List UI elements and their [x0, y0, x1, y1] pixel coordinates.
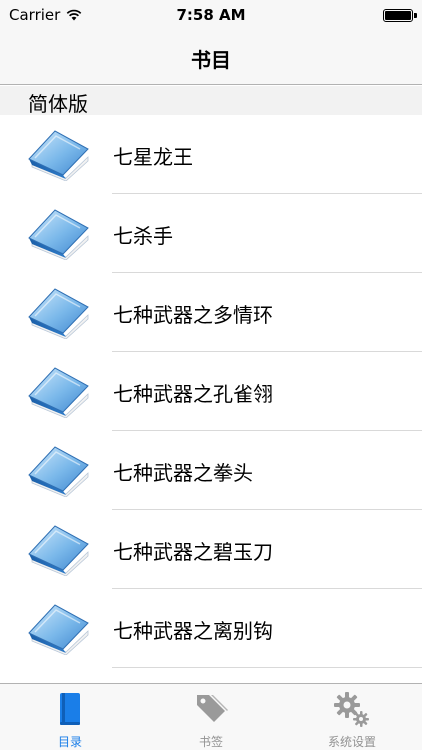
section-header: 简体版 [0, 86, 422, 116]
book-title: 七星龙王 [113, 145, 193, 169]
book-icon [26, 443, 92, 497]
tab-bookmarks[interactable]: 书签 [141, 684, 281, 750]
book-icon [26, 522, 92, 576]
book-title: 七种武器之拳头 [113, 461, 253, 485]
list-item[interactable]: 七种武器之碧玉刀 [0, 510, 422, 589]
book-title: 七种武器之碧玉刀 [113, 540, 273, 564]
section-title: 简体版 [28, 92, 88, 116]
book-icon [26, 206, 92, 260]
tab-label: 系统设置 [327, 735, 376, 749]
book-list[interactable]: 七星龙王 七杀手 七种武器之多情环 七种武器之孔雀翎 七种武器之拳头 七种武器之… [0, 115, 422, 683]
status-bar: Carrier 7:58 AM [0, 0, 422, 30]
book-icon [26, 127, 92, 181]
book-icon [26, 285, 92, 339]
book-icon [26, 364, 92, 418]
book-title: 七杀手 [113, 224, 173, 248]
book-title: 七种武器之离别钩 [113, 619, 273, 643]
tab-label: 目录 [57, 735, 82, 749]
list-item[interactable]: 七种武器之孔雀翎 [0, 352, 422, 431]
gear-icon [334, 692, 369, 727]
list-item[interactable] [0, 668, 422, 683]
book-icon [60, 693, 80, 725]
tab-settings[interactable]: 系统设置 [282, 684, 422, 750]
battery-icon [383, 9, 413, 22]
navigation-bar: 书目 [0, 30, 422, 85]
clock: 7:58 AM [176, 6, 246, 24]
tag-icon [197, 695, 228, 722]
list-item[interactable]: 七种武器之多情环 [0, 273, 422, 352]
book-title: 七种武器之孔雀翎 [113, 382, 273, 406]
list-item[interactable]: 七杀手 [0, 194, 422, 273]
book-icon [26, 601, 92, 655]
list-item[interactable]: 七星龙王 [0, 115, 422, 194]
list-item[interactable]: 七种武器之拳头 [0, 431, 422, 510]
book-title: 七种武器之多情环 [113, 303, 273, 327]
list-item[interactable]: 七种武器之离别钩 [0, 589, 422, 668]
tab-bar: 目录 书签 系统设置 [0, 683, 422, 750]
page-title: 书目 [191, 48, 231, 72]
battery-tip [414, 13, 417, 18]
tab-label: 书签 [198, 735, 223, 749]
tab-catalog[interactable]: 目录 [0, 684, 140, 750]
